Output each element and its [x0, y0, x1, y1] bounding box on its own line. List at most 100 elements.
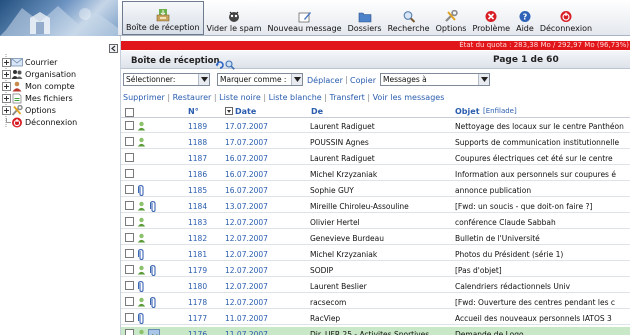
row-checkbox[interactable]	[125, 169, 134, 178]
contact-icon	[137, 137, 146, 149]
tree-item-label: Organisation	[25, 69, 77, 79]
action-link[interactable]: Voir les messages	[373, 93, 445, 102]
cell-from: POUSSIN Agnes	[310, 138, 369, 147]
table-row[interactable]: 1188 17.07.2007 POUSSIN Agnes Supports de c…	[121, 135, 630, 149]
folder-tree: Courrier Organisation Mon compte Mes fichie…	[0, 36, 120, 335]
action-link[interactable]: Liste noire	[219, 93, 261, 102]
cell-from: Michel Krzyzaniak	[310, 250, 378, 259]
collapse-tree-icon[interactable]	[109, 38, 118, 57]
row-checkbox[interactable]	[125, 121, 134, 130]
cell-num: 1182	[188, 234, 208, 243]
expand-icon[interactable]	[2, 57, 11, 67]
tree-item-options[interactable]: Options	[2, 104, 56, 116]
column-number[interactable]: N°	[188, 107, 199, 116]
column-date[interactable]: Date	[235, 107, 256, 116]
table-row[interactable]: 1179 12.07.2007 SODIP [Pas d'objet]	[121, 263, 630, 277]
problem-icon	[484, 10, 498, 24]
table-row[interactable]: 1177 11.07.2007 RacViep Accueil des nouveau…	[121, 311, 630, 325]
row-checkbox[interactable]	[125, 153, 134, 162]
cell-subject: Supports de communication institutionnel…	[455, 138, 620, 147]
row-checkbox[interactable]	[125, 313, 134, 322]
inbox-header: Boîte de réception Page 1 de 60	[121, 51, 630, 70]
table-row[interactable]: 1183 12.07.2007 Olivier Hertel conférence C…	[121, 215, 630, 229]
copy-link[interactable]: Copier	[350, 76, 376, 85]
cell-subject: Coupures électriques cet été sur le cent…	[455, 154, 613, 163]
table-row[interactable]: 1176 11.07.2007 Dir. UFR 25 - Activites Sp…	[121, 327, 630, 335]
expand-icon[interactable]	[2, 69, 11, 79]
attachment-icon	[149, 297, 156, 310]
action-link[interactable]: Supprimer	[123, 93, 165, 102]
message-list-panel: État du quota : 283,38 Mo / 292,97 Mo (9…	[120, 36, 630, 335]
toolbar-button-compose[interactable]: Nouveau message	[265, 1, 345, 35]
table-row[interactable]: 1185 16.07.2007 Sophie GUY annonce publicat…	[121, 183, 630, 197]
cell-date: 11.07.2007	[225, 330, 268, 335]
toolbar-button-label: Vider le spam	[206, 24, 262, 33]
quota-bar: État du quota : 283,38 Mo / 292,97 Mo (9…	[121, 41, 630, 50]
expand-icon[interactable]	[2, 93, 11, 103]
row-checkbox[interactable]	[125, 249, 134, 258]
toolbar-button-problem[interactable]: Problème	[469, 1, 513, 35]
select-dropdown-label: Sélectionner:	[126, 75, 176, 84]
row-checkbox[interactable]	[125, 281, 134, 290]
table-row[interactable]: 1180 12.07.2007 Laurent Beslier Calendriers…	[121, 279, 630, 293]
action-link[interactable]: Transfert	[329, 93, 364, 102]
toolbar-button-help[interactable]: ? Aide	[513, 1, 537, 35]
action-links: Supprimer | Restaurer | Liste noire | Li…	[123, 93, 444, 102]
row-checkbox[interactable]	[125, 185, 134, 194]
page-indicator: Page 1 de 60	[493, 55, 559, 65]
table-row[interactable]: 1182 12.07.2007 Genevieve Burdeau Bulletin …	[121, 231, 630, 245]
cell-from: racsecom	[310, 298, 347, 307]
tree-item-organisation[interactable]: Organisation	[2, 68, 76, 80]
tree-item-logout[interactable]: Déconnexion	[2, 116, 77, 128]
table-row[interactable]: 1187 16.07.2007 Laurent Radiguet Coupures é…	[121, 151, 630, 165]
target-folder-dropdown[interactable]: Messages à	[380, 73, 490, 86]
action-link[interactable]: Liste blanche	[269, 93, 322, 102]
tree-item-mail[interactable]: Courrier	[2, 56, 57, 68]
tree-item-files[interactable]: Mes fichiers	[2, 92, 73, 104]
row-checkbox[interactable]	[125, 217, 134, 226]
attachment-icon	[137, 281, 144, 294]
tree-item-label: Mon compte	[25, 81, 75, 91]
table-row[interactable]: 1186 16.07.2007 Michel Krzyzaniak Informati…	[121, 167, 630, 181]
toolbar-button-folders[interactable]: Dossiers	[345, 1, 385, 35]
table-row[interactable]: 1181 12.07.2007 Michel Krzyzaniak Photos du…	[121, 247, 630, 261]
row-checkbox[interactable]	[125, 137, 134, 146]
toolbar-button-options[interactable]: Options	[433, 1, 470, 35]
action-link[interactable]: Restaurer	[173, 93, 212, 102]
chevron-down-icon	[478, 74, 489, 85]
toolbar-button-search[interactable]: Recherche	[385, 1, 433, 35]
expand-icon[interactable]	[2, 81, 11, 91]
toolbar-button-logout[interactable]: Déconnexion	[537, 1, 595, 35]
table-row[interactable]: 1189 17.07.2007 Laurent Radiguet Nettoyage …	[121, 119, 630, 133]
tree-item-label: Courrier	[25, 57, 58, 67]
cell-num: 1187	[188, 154, 208, 163]
thread-link[interactable]: [Enfilade]	[483, 107, 517, 115]
sort-date-icon[interactable]	[225, 107, 233, 117]
column-from[interactable]: De	[311, 107, 323, 116]
cell-from: SODIP	[310, 266, 334, 275]
column-subject[interactable]: Objet	[455, 107, 480, 116]
toolbar-button-label: Déconnexion	[539, 24, 593, 33]
cell-num: 1183	[188, 218, 208, 227]
toolbar-button-spam[interactable]: Vider le spam	[204, 1, 265, 35]
row-checkbox[interactable]	[125, 201, 134, 210]
row-checkbox[interactable]	[125, 233, 134, 242]
toolbar-button-inbox[interactable]: Boîte de réception	[122, 1, 204, 35]
select-dropdown[interactable]: Sélectionner:	[123, 73, 210, 86]
select-all-checkbox[interactable]	[125, 108, 134, 117]
row-checkbox[interactable]	[125, 265, 134, 274]
mail-icon	[11, 56, 23, 68]
expand-icon[interactable]	[2, 105, 11, 115]
cell-num: 1189	[188, 122, 208, 131]
row-checkbox[interactable]	[125, 297, 134, 306]
table-row[interactable]: 1178 12.07.2007 racsecom [Fwd: Ouverture de…	[121, 295, 630, 309]
cell-num: 1186	[188, 170, 208, 179]
cell-subject: annonce publication	[455, 186, 532, 195]
cell-date: 17.07.2007	[225, 138, 268, 147]
mark-as-dropdown[interactable]: Marquer comme :	[217, 73, 303, 86]
tree-item-account[interactable]: Mon compte	[2, 80, 75, 92]
row-checkbox[interactable]	[125, 329, 134, 335]
move-link[interactable]: Déplacer	[307, 76, 343, 85]
cell-num: 1177	[188, 314, 208, 323]
table-row[interactable]: 1184 13.07.2007 Mireille Chiroleu-Assoulin…	[121, 199, 630, 213]
